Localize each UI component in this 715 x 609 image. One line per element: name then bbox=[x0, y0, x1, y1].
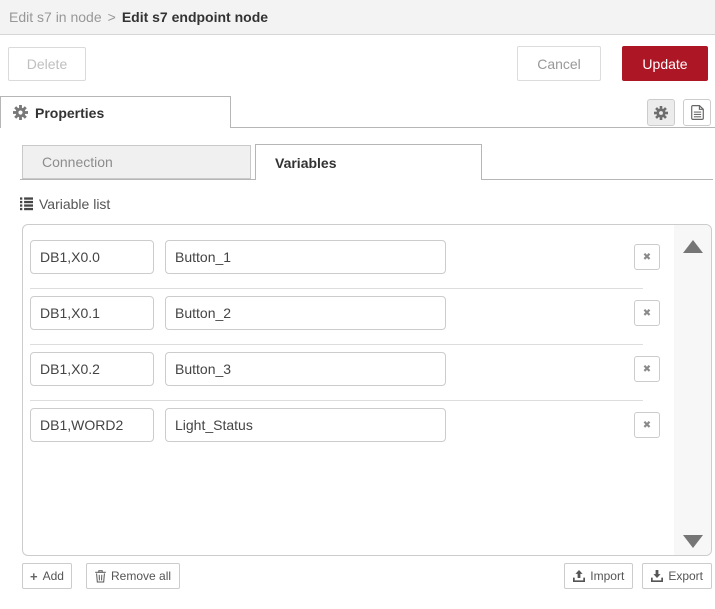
node-description-button[interactable] bbox=[683, 99, 711, 126]
variable-address-input[interactable] bbox=[30, 240, 154, 274]
import-button-label: Import bbox=[590, 569, 625, 583]
variables-tab-label: Variables bbox=[275, 154, 337, 171]
variable-address-input[interactable] bbox=[30, 296, 154, 330]
variable-row: ✖ bbox=[23, 345, 674, 401]
delete-button[interactable]: Delete bbox=[8, 47, 86, 81]
variable-address-input[interactable] bbox=[30, 352, 154, 386]
remove-all-button[interactable]: Remove all bbox=[86, 563, 181, 589]
remove-all-button-label: Remove all bbox=[111, 569, 172, 583]
upload-icon bbox=[573, 570, 586, 582]
file-text-icon bbox=[690, 105, 704, 120]
variable-address-input[interactable] bbox=[30, 408, 154, 442]
breadcrumb-separator: > bbox=[107, 9, 116, 25]
variable-row: ✖ bbox=[23, 289, 674, 345]
variable-row: ✖ bbox=[23, 233, 674, 289]
x-icon: ✖ bbox=[642, 251, 652, 263]
variable-list-label-text: Variable list bbox=[39, 196, 111, 212]
tab-connection[interactable]: Connection bbox=[22, 145, 251, 179]
scroll-up-button triangle-up-icon[interactable] bbox=[682, 240, 703, 253]
properties-tab-label: Properties bbox=[35, 104, 105, 121]
breadcrumb-parent[interactable]: Edit s7 in node bbox=[9, 9, 102, 25]
update-button[interactable]: Update bbox=[622, 46, 708, 81]
trash-icon bbox=[95, 569, 106, 583]
breadcrumb: Edit s7 in node > Edit s7 endpoint node bbox=[0, 0, 715, 35]
variable-name-input[interactable] bbox=[165, 296, 446, 330]
variable-name-input[interactable] bbox=[165, 240, 446, 274]
x-icon: ✖ bbox=[642, 419, 652, 431]
list-icon bbox=[20, 197, 33, 211]
add-button[interactable]: + Add bbox=[22, 563, 72, 589]
variable-name-input[interactable] bbox=[165, 408, 446, 442]
tab-properties[interactable]: Properties bbox=[0, 96, 231, 128]
x-icon: ✖ bbox=[642, 363, 652, 375]
scrollbar-track[interactable] bbox=[674, 225, 711, 555]
edit-s7-endpoint-dialog: Edit s7 in node > Edit s7 endpoint node … bbox=[0, 0, 715, 609]
import-button[interactable]: Import bbox=[564, 563, 634, 589]
variable-rows: ✖ ✖ ✖ ✖ bbox=[23, 233, 674, 457]
connection-tab-label: Connection bbox=[42, 154, 113, 170]
gear-icon bbox=[654, 105, 668, 120]
breadcrumb-current: Edit s7 endpoint node bbox=[121, 9, 269, 25]
export-button-label: Export bbox=[668, 569, 703, 583]
remove-row-button[interactable]: ✖ bbox=[634, 300, 660, 326]
add-button-label: Add bbox=[42, 569, 64, 583]
gear-icon bbox=[13, 105, 28, 120]
node-properties-toggle-button[interactable] bbox=[647, 99, 675, 126]
cancel-button[interactable]: Cancel bbox=[517, 46, 601, 81]
download-icon bbox=[651, 570, 664, 582]
remove-row-button[interactable]: ✖ bbox=[634, 356, 660, 382]
x-icon: ✖ bbox=[642, 307, 652, 319]
remove-row-button[interactable]: ✖ bbox=[634, 412, 660, 438]
scroll-down-button triangle-down-icon[interactable] bbox=[682, 535, 703, 548]
plus-icon: + bbox=[30, 568, 38, 584]
export-button[interactable]: Export bbox=[642, 563, 712, 589]
variable-row: ✖ bbox=[23, 401, 674, 457]
remove-row-button[interactable]: ✖ bbox=[634, 244, 660, 270]
tab-variables[interactable]: Variables bbox=[255, 144, 482, 180]
variable-list-label: Variable list bbox=[20, 196, 110, 212]
variable-name-input[interactable] bbox=[165, 352, 446, 386]
import-export-group: Import Export bbox=[564, 563, 712, 589]
variable-list: ✖ ✖ ✖ ✖ bbox=[22, 224, 712, 556]
